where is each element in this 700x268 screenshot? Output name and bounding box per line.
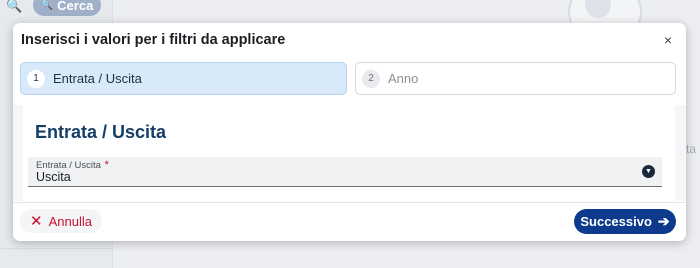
cancel-button-label: Annulla	[48, 213, 92, 229]
dialog-title: Inserisci i valori per i filtri da appli…	[21, 32, 286, 48]
step-number: 2	[362, 69, 380, 88]
search-icon: 🔍	[40, 0, 54, 11]
section-title: Entrata / Uscita	[35, 122, 167, 142]
step-number: 1	[27, 69, 45, 88]
background-side-text: ta	[686, 142, 697, 156]
footer-divider	[13, 202, 686, 203]
step-anno[interactable]: 2 Anno	[355, 62, 676, 95]
chevron-down-icon[interactable]: ▼	[642, 165, 655, 178]
next-button-label: Successivo	[580, 214, 652, 229]
field-value: Uscita	[36, 170, 71, 184]
required-marker: *	[104, 159, 109, 171]
filter-dialog: Inserisci i valori per i filtri da appli…	[13, 23, 686, 241]
search-icon: 🔍	[6, 0, 23, 13]
next-button[interactable]: Successivo ➔	[574, 209, 676, 234]
step-label: Anno	[388, 71, 419, 86]
close-icon[interactable]: ×	[664, 32, 672, 48]
step-content-card: Entrata / Uscita Entrata / Uscita * Usci…	[23, 105, 675, 201]
cancel-button[interactable]: ✕ Annulla	[20, 209, 102, 233]
step-label: Entrata / Uscita	[53, 71, 142, 86]
close-x-icon: ✕	[30, 213, 43, 230]
arrow-right-icon: ➔	[657, 213, 670, 229]
step-content: Entrata / Uscita Entrata / Uscita * Usci…	[13, 105, 686, 201]
entrata-uscita-select[interactable]: Entrata / Uscita * Uscita ▼	[28, 157, 662, 187]
search-button[interactable]: 🔍 Cerca	[33, 0, 101, 16]
dialog-header: Inserisci i valori per i filtri da appli…	[13, 23, 686, 57]
search-button-label: Cerca	[57, 0, 94, 13]
step-entrata-uscita[interactable]: 1 Entrata / Uscita	[20, 62, 347, 95]
stepper: 1 Entrata / Uscita 2 Anno	[20, 62, 677, 97]
divider	[0, 248, 112, 249]
